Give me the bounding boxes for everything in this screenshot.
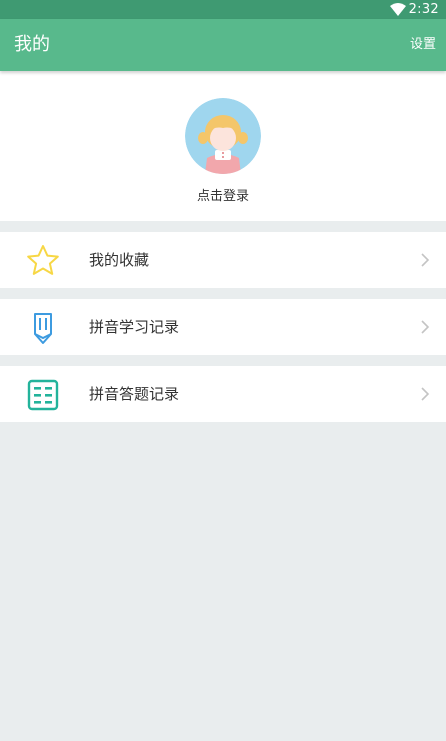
menu-item-label: 拼音学习记录: [89, 318, 180, 336]
status-time: 2:32: [408, 2, 439, 17]
menu-item-pinyin-quiz-record[interactable]: 拼音答题记录: [0, 366, 446, 422]
menu-item-label: 我的收藏: [89, 251, 150, 269]
login-button[interactable]: 点击登录: [0, 185, 446, 204]
wifi-icon: [390, 3, 406, 16]
page-title: 我的: [14, 34, 50, 55]
avatar[interactable]: [185, 98, 261, 174]
list-icon: [27, 379, 59, 411]
profile-section: 点击登录: [0, 71, 446, 221]
chevron-right-icon: [421, 320, 430, 334]
menu-item-pinyin-learning-record[interactable]: 拼音学习记录: [0, 299, 446, 355]
chevron-right-icon: [421, 387, 430, 401]
menu-item-favorites[interactable]: 我的收藏: [0, 232, 446, 288]
chevron-right-icon: [421, 253, 430, 267]
menu-item-label: 拼音答题记录: [89, 385, 180, 403]
star-icon: [27, 245, 59, 275]
settings-button[interactable]: 设置: [410, 19, 436, 71]
pencil-icon: [34, 313, 52, 344]
app-bar: 我的 设置: [0, 19, 446, 71]
status-bar: 2:32: [0, 0, 446, 19]
girl-avatar-icon: [185, 98, 261, 174]
